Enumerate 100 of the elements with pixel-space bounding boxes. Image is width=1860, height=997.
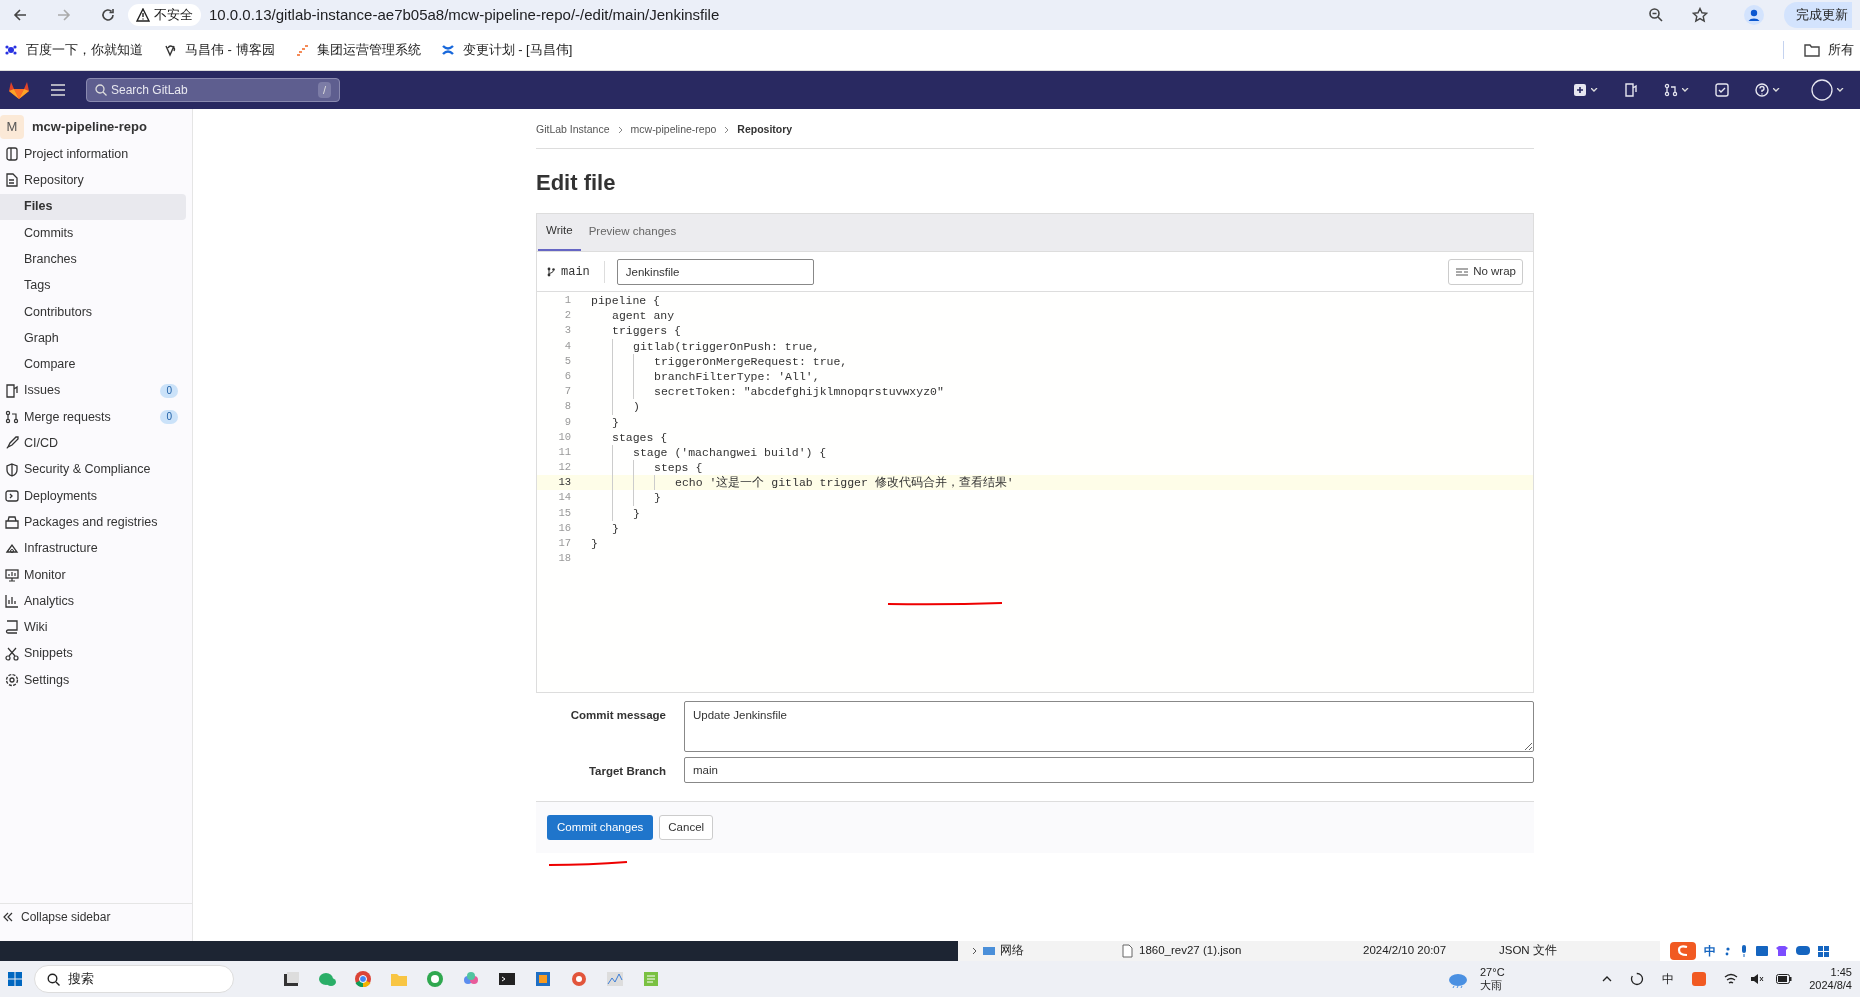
commit-message-field[interactable]: Update Jenkinsfile	[684, 701, 1534, 752]
collapse-sidebar-button[interactable]: Collapse sidebar	[0, 903, 192, 929]
no-wrap-button[interactable]: No wrap	[1448, 258, 1523, 285]
sidebar-item[interactable]: Project information	[0, 141, 186, 168]
line-number: 8	[563, 399, 572, 415]
search-field[interactable]: Search GitLab	[111, 81, 314, 99]
line-number: 15	[557, 505, 572, 521]
line-number: 12	[557, 460, 572, 476]
line-number: 10	[557, 429, 572, 445]
sidebar-item[interactable]: Tags	[0, 272, 186, 299]
file-name-field[interactable]: Jenkinsfile	[616, 258, 814, 285]
sidebar-item[interactable]: Security & Compliance	[0, 456, 186, 483]
windows-start-icon[interactable]	[8, 972, 22, 986]
sidebar-item[interactable]: CI/CD	[0, 430, 186, 457]
taskbar-search-field[interactable]: 搜索	[34, 965, 234, 993]
sidebar-item[interactable]: Wiki	[0, 614, 186, 641]
sidebar-item[interactable]: Monitor	[0, 561, 186, 589]
sidebar-item[interactable]: Snippets	[0, 640, 186, 667]
code-line: echo '这是一个 gitlab trigger 修改代码合并，查看结果'	[675, 475, 1014, 491]
profile-icon[interactable]	[1744, 5, 1764, 25]
bookmark-link[interactable]: 马昌伟 - 博客园	[163, 40, 275, 60]
clock-date[interactable]: 2024/8/4	[1809, 979, 1852, 992]
sidebar-item[interactable]: Infrastructure	[0, 535, 186, 562]
all-bookmarks-link[interactable]: 所有	[1804, 40, 1854, 60]
breadcrumb-link[interactable]: GitLab Instance	[536, 121, 610, 138]
merge-request-icon[interactable]	[1664, 83, 1678, 97]
shortcut-key: /	[317, 81, 331, 99]
clock-time[interactable]: 1:45	[1830, 966, 1852, 979]
tree-item[interactable]: 网络	[1000, 942, 1024, 960]
battery-icon[interactable]	[1776, 974, 1792, 984]
avatar-icon[interactable]	[1811, 79, 1833, 101]
gitlab-logo-icon	[8, 80, 30, 100]
sidebar-label: Infrastructure	[24, 540, 99, 558]
help-icon[interactable]	[1755, 83, 1769, 97]
sidebar-item[interactable]: Merge requests 0	[0, 403, 186, 431]
star-icon[interactable]	[1692, 7, 1708, 23]
breadcrumb-link[interactable]: Repository	[737, 121, 793, 138]
update-button[interactable]: 完成更新	[1784, 2, 1852, 28]
zoom-icon[interactable]	[1648, 7, 1664, 23]
sidebar-label: Tags	[24, 277, 52, 295]
code-line: secretToken: "abcdefghijklmnopqrstuvwxyz0"	[654, 384, 944, 400]
sidebar-item[interactable]: Compare	[0, 351, 186, 378]
caret-icon[interactable]	[1591, 88, 1598, 92]
caret-icon[interactable]	[1682, 88, 1689, 92]
chart-icon[interactable]	[606, 970, 624, 988]
security-badge[interactable]: 不安全	[128, 4, 201, 26]
back-icon[interactable]	[12, 7, 28, 23]
caret-icon[interactable]	[1773, 88, 1780, 92]
sidebar-item[interactable]: Contributors	[0, 298, 186, 326]
sidebar-item[interactable]: Files	[0, 193, 186, 220]
terminal-icon[interactable]	[498, 970, 516, 988]
line-number: 9	[563, 414, 572, 430]
wrap-icon	[1455, 266, 1470, 277]
ime-mode[interactable]: 中	[1704, 942, 1716, 960]
editor-tab[interactable]: Write	[538, 213, 581, 251]
target-branch-field[interactable]: main	[684, 757, 1534, 783]
line-number: 2	[563, 308, 572, 324]
shield-icon	[5, 462, 19, 477]
wifi-icon[interactable]	[1724, 973, 1738, 985]
bookmark-link[interactable]: 变更计划 - [马昌伟]	[440, 40, 573, 60]
editor-tab[interactable]: Preview changes	[580, 213, 685, 251]
ribbon-icon	[440, 43, 455, 57]
line-number: 7	[563, 384, 572, 400]
bookmark-link[interactable]: 集团运营管理系统	[294, 40, 421, 60]
reload-icon[interactable]	[100, 7, 116, 23]
monitor-icon	[5, 567, 19, 582]
plus-icon[interactable]	[1573, 83, 1587, 97]
sidebar-item[interactable]: Branches	[0, 246, 186, 273]
page-title: Edit file	[536, 169, 617, 197]
commit-changes-button[interactable]: Commit changes	[547, 815, 654, 840]
sidebar-label: Wiki	[24, 619, 49, 637]
search-icon	[47, 972, 60, 986]
project-name[interactable]: mcw-pipeline-repo	[32, 117, 147, 137]
project-avatar[interactable]: M	[0, 115, 24, 139]
sidebar-item[interactable]: Issues 0	[0, 377, 186, 404]
chevron-up-icon[interactable]	[1602, 976, 1612, 982]
cancel-button[interactable]: Cancel	[659, 815, 714, 840]
sidebar-item[interactable]: Packages and registries	[0, 509, 186, 536]
branch-name: main	[561, 263, 590, 281]
bookmark-link[interactable]: 百度一下，你就知道	[4, 40, 143, 60]
issues-icon[interactable]	[1624, 83, 1638, 97]
menu-icon[interactable]	[50, 83, 66, 97]
sidebar-item[interactable]: Graph	[0, 325, 186, 352]
code-line: triggers {	[612, 323, 681, 339]
app-icon[interactable]	[282, 970, 300, 988]
count-badge: 0	[160, 410, 178, 425]
sidebar-item[interactable]: Commits	[0, 219, 186, 247]
sidebar-item[interactable]: Repository	[0, 167, 186, 194]
file-name[interactable]: 1860_rev27 (1).json	[1139, 942, 1363, 960]
speaker-muted-icon[interactable]	[1750, 973, 1764, 985]
chevron-right-icon	[972, 947, 978, 955]
breadcrumb-link[interactable]: mcw-pipeline-repo	[630, 121, 717, 138]
caret-icon[interactable]	[1837, 88, 1844, 92]
todo-icon[interactable]	[1715, 83, 1729, 97]
sidebar-item[interactable]: Deployments	[0, 482, 186, 510]
url-text[interactable]: 10.0.0.13/gitlab-instance-ae7b05a8/mcw-pipeline-repo/-/edit/main/Jenkinsfile	[209, 3, 720, 27]
sidebar-item[interactable]: Settings	[0, 666, 186, 694]
sync-icon[interactable]	[1630, 972, 1644, 986]
sidebar-item[interactable]: Analytics	[0, 588, 186, 615]
ime-indicator[interactable]: 中	[1662, 970, 1674, 988]
